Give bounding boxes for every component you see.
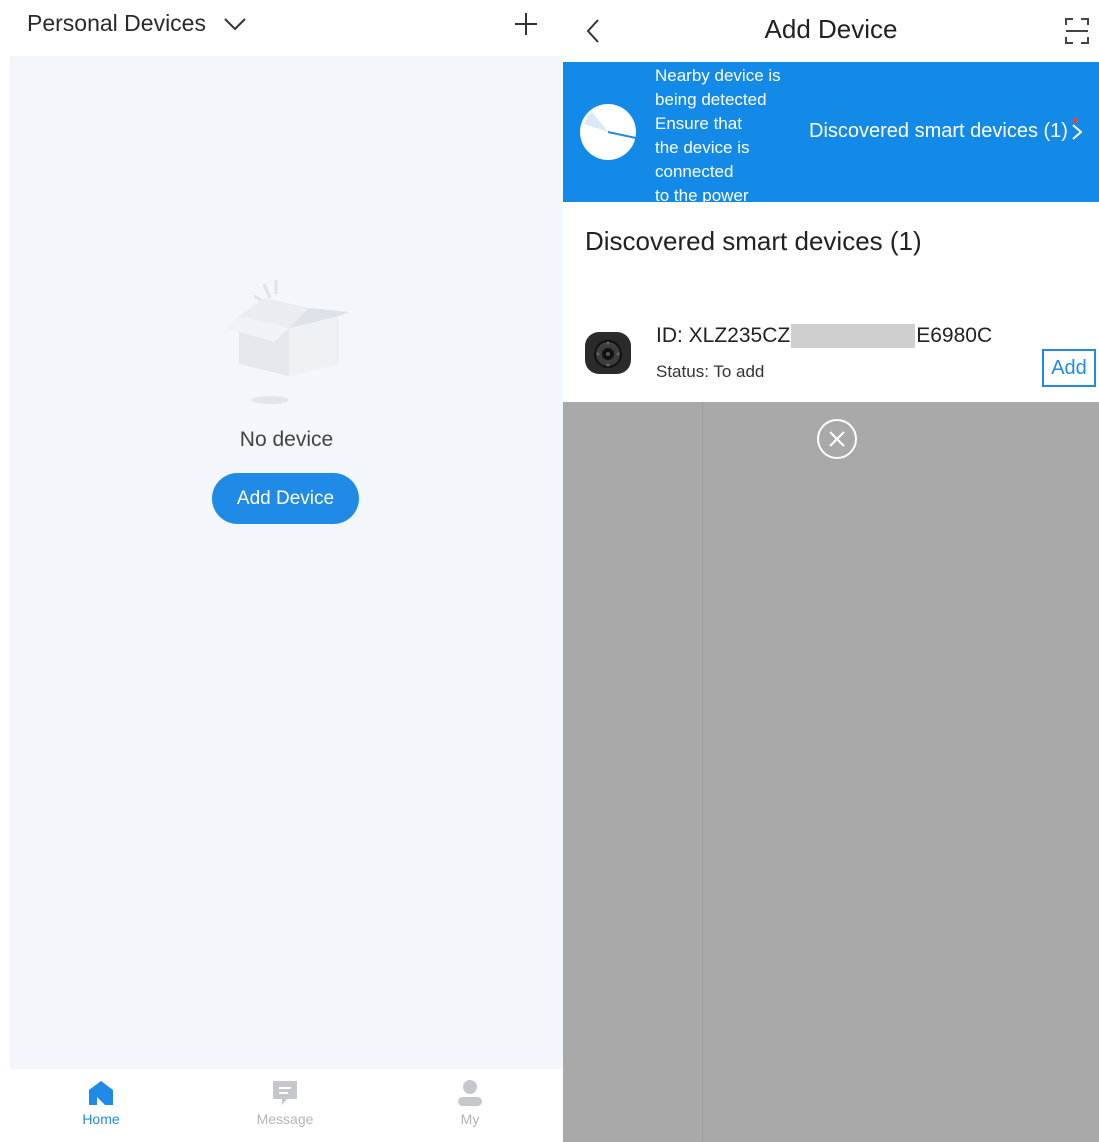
message-icon	[273, 1081, 297, 1105]
close-icon[interactable]	[816, 418, 858, 460]
home-icon	[89, 1081, 113, 1105]
camera-device-icon	[585, 332, 631, 374]
person-icon	[458, 1080, 482, 1106]
device-id-suffix: E6980C	[916, 324, 993, 347]
device-group-selector[interactable]: Personal Devices	[27, 10, 248, 37]
bottom-tab-bar: Home Message My	[10, 1069, 563, 1142]
modal-overlay[interactable]	[563, 402, 1099, 1142]
chevron-down-icon	[224, 17, 246, 30]
detection-message: Nearby device is being detected Ensure t…	[655, 66, 781, 202]
chevron-right-icon	[1072, 123, 1083, 140]
section-title: Discovered smart devices (1)	[585, 226, 922, 256]
page-title: Add Device	[764, 14, 898, 44]
tab-message[interactable]: Message	[235, 1077, 335, 1127]
add-device-header: Add Device	[563, 0, 1099, 62]
device-status: Status: To add	[656, 362, 765, 381]
tab-label: Message	[256, 1111, 314, 1127]
discovered-devices-link[interactable]: Discovered smart devices (1)	[809, 120, 1083, 143]
device-id: ID: XLZ235CZ E6980C	[656, 324, 992, 348]
tab-label: Home	[82, 1111, 120, 1127]
add-device-screen: Add Device Nearby device is being detect…	[563, 0, 1099, 1142]
empty-box-icon	[226, 280, 349, 404]
detection-banner: Nearby device is being detected Ensure t…	[563, 62, 1099, 202]
notification-dot	[1073, 118, 1078, 123]
scan-icon[interactable]	[1063, 16, 1091, 46]
home-screen: Personal Devices No device Add Device Ho…	[0, 0, 563, 1142]
device-group-title: Personal Devices	[27, 10, 206, 36]
tab-home[interactable]: Home	[51, 1077, 151, 1127]
divider	[702, 402, 703, 1142]
device-id-prefix: ID: XLZ235CZ	[656, 324, 791, 347]
add-button[interactable]: Add	[1042, 349, 1096, 387]
radar-scan-icon	[580, 104, 636, 160]
home-header: Personal Devices	[0, 0, 563, 56]
empty-state: No device Add Device	[10, 56, 563, 1069]
redaction-mask	[791, 324, 916, 348]
tab-my[interactable]: My	[420, 1077, 520, 1127]
add-device-button[interactable]: Add Device	[212, 473, 359, 524]
tab-label: My	[460, 1111, 480, 1127]
empty-message: No device	[239, 428, 334, 451]
plus-icon[interactable]	[512, 10, 540, 38]
device-list-item[interactable]: ID: XLZ235CZ E6980C Status: To add Add	[563, 318, 1099, 400]
discovered-devices-link-label: Discovered smart devices (1)	[809, 120, 1068, 142]
